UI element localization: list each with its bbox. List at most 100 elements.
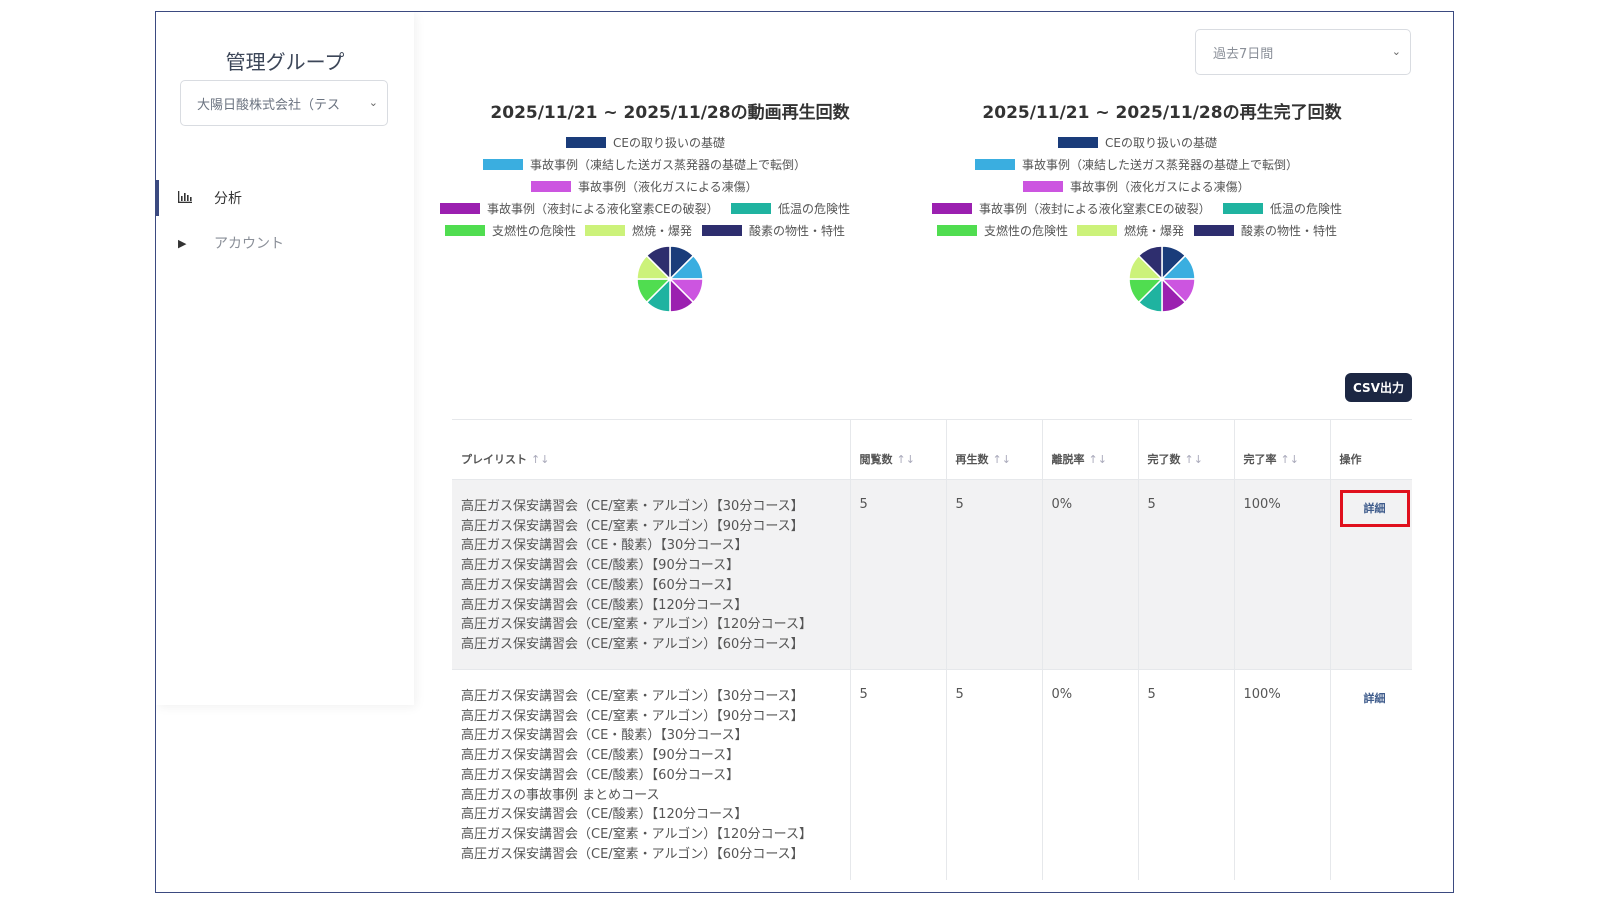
playlist-name: 高圧ガス保安講習会（CE/窒素・アルゴン）【120分コース】 [461, 826, 812, 842]
views-cell: 5 [850, 669, 947, 880]
playlist-name: 高圧ガス保安講習会（CE/酸素）【90分コース】 [461, 748, 740, 764]
completion-rate-cell: 100% [1234, 669, 1331, 880]
legend-label: 支燃性の危険性 [492, 224, 577, 238]
playlist-cell: 高圧ガス保安講習会（CE/窒素・アルゴン）【30分コース】 高圧ガス保安講習会（… [452, 479, 851, 670]
playlist-name: 高圧ガス保安講習会（CE/窒素・アルゴン）【30分コース】 [461, 689, 804, 704]
play-count-chart: 2025/11/21 ~ 2025/11/28の動画再生回数 CEの取り扱いの基… [430, 98, 910, 313]
sort-icon[interactable]: ↑↓ [897, 453, 915, 466]
legend-item[interactable]: 事故事例（液封による液化窒素CEの破裂） [440, 200, 719, 217]
legend-item[interactable]: 事故事例（液封による液化窒素CEの破裂） [932, 200, 1211, 217]
completion-count-chart: 2025/11/21 ~ 2025/11/28の再生完了回数 CEの取り扱いの基… [922, 98, 1402, 313]
period-select[interactable]: 過去7日間 ⌄ [1195, 29, 1411, 75]
legend-label: CEの取り扱いの基礎 [613, 136, 725, 150]
sidebar-item-label: アカウント [214, 236, 284, 252]
plays-cell: 5 [946, 479, 1043, 670]
sidebar: 管理グループ 大陽日酸株式会社（テス ⌄ 分析 ▶ アカウント [156, 12, 414, 705]
legend-swatch [585, 225, 625, 236]
column-header-plays[interactable]: 再生数 ↑↓ [946, 419, 1043, 480]
sort-icon[interactable]: ↑↓ [531, 453, 549, 466]
sort-icon[interactable]: ↑↓ [1281, 453, 1299, 466]
playlist-name: 高圧ガスの事故事例 まとめコース [461, 787, 660, 803]
bar-chart-icon [178, 190, 194, 206]
column-header-views[interactable]: 閲覧数 ↑↓ [850, 419, 947, 480]
chart-title: 2025/11/21 ~ 2025/11/28の再生完了回数 [982, 103, 1342, 123]
table-row: 高圧ガス保安講習会（CE/窒素・アルゴン）【30分コース】 高圧ガス保安講習会（… [452, 479, 1412, 670]
pie-chart [1128, 245, 1196, 313]
playlist-name: 高圧ガス保安講習会（CE/酸素）【60分コース】 [461, 577, 740, 593]
completions-cell: 5 [1138, 669, 1235, 880]
legend-label: 支燃性の危険性 [984, 224, 1069, 238]
playlist-name: 高圧ガス保安講習会（CE/酸素）【120分コース】 [461, 807, 748, 823]
chart-legend: CEの取り扱いの基礎事故事例（凍結した送ガス蒸発器の基礎上で転倒） 事故事例（液化… [430, 134, 910, 238]
legend-item[interactable]: 低温の危険性 [731, 200, 850, 217]
legend-item[interactable]: 事故事例（液化ガスによる凍傷） [531, 178, 758, 195]
drop-rate-cell: 0% [1042, 669, 1139, 880]
legend-item[interactable]: 支燃性の危険性 [937, 222, 1068, 239]
views-cell: 5 [850, 479, 947, 670]
legend-swatch [566, 137, 606, 148]
action-cell: 詳細 [1330, 479, 1412, 670]
sort-icon[interactable]: ↑↓ [993, 453, 1011, 466]
legend-item[interactable]: 酸素の物性・特性 [1194, 222, 1337, 239]
plays-cell: 5 [946, 669, 1043, 880]
legend-item[interactable]: 酸素の物性・特性 [702, 222, 845, 239]
completions-cell: 5 [1138, 479, 1235, 670]
legend-swatch [975, 159, 1015, 170]
legend-item[interactable]: 支燃性の危険性 [445, 222, 576, 239]
sort-icon[interactable]: ↑↓ [1185, 453, 1203, 466]
legend-item[interactable]: 事故事例（凍結した送ガス蒸発器の基礎上で転倒） [483, 156, 806, 173]
period-select-value: 過去7日間 [1213, 46, 1274, 62]
legend-swatch [1194, 225, 1234, 236]
sidebar-item-analysis[interactable]: 分析 [156, 180, 414, 216]
sort-icon[interactable]: ↑↓ [1089, 453, 1107, 466]
legend-label: 燃焼・爆発 [1124, 224, 1185, 238]
playlist-name: 高圧ガス保安講習会（CE/酸素）【60分コース】 [461, 767, 740, 783]
column-header-completion-rate[interactable]: 完了率 ↑↓ [1234, 419, 1331, 480]
legend-swatch [937, 225, 977, 236]
column-header-completions[interactable]: 完了数 ↑↓ [1138, 419, 1235, 480]
pie-chart [636, 245, 704, 313]
group-select-value: 大陽日酸株式会社（テス [197, 97, 341, 113]
legend-label: 事故事例（液封による液化窒素CEの破裂） [487, 202, 719, 216]
caret-right-icon: ▶ [178, 236, 187, 250]
chevron-down-icon: ⌄ [1391, 45, 1401, 58]
legend-label: 酸素の物性・特性 [1241, 224, 1338, 238]
detail-button[interactable]: 詳細 [1339, 490, 1410, 527]
column-header-drop-rate[interactable]: 離脱率 ↑↓ [1042, 419, 1139, 480]
detail-button[interactable]: 詳細 [1340, 680, 1410, 717]
legend-item[interactable]: CEの取り扱いの基礎 [1058, 134, 1217, 151]
legend-item[interactable]: 低温の危険性 [1223, 200, 1342, 217]
playlist-name: 高圧ガス保安講習会（CE/窒素・アルゴン）【60分コース】 [461, 636, 804, 652]
legend-item[interactable]: 燃焼・爆発 [1077, 222, 1184, 239]
chart-legend: CEの取り扱いの基礎事故事例（凍結した送ガス蒸発器の基礎上で転倒） 事故事例（液化… [922, 134, 1402, 238]
playlist-name: 高圧ガス保安講習会（CE・酸素）【30分コース】 [461, 728, 748, 744]
playlist-name: 高圧ガス保安講習会（CE/窒素・アルゴン）【30分コース】 [461, 499, 804, 514]
legend-swatch [1223, 203, 1263, 214]
legend-item[interactable]: 燃焼・爆発 [585, 222, 692, 239]
playlist-name: 高圧ガス保安講習会（CE/酸素）【90分コース】 [461, 558, 740, 574]
legend-swatch [731, 203, 771, 214]
legend-swatch [702, 225, 742, 236]
legend-label: 酸素の物性・特性 [749, 224, 846, 238]
column-header-playlist[interactable]: プレイリスト ↑↓ [452, 419, 851, 480]
sidebar-title: 管理グループ [225, 50, 345, 74]
playlist-name: 高圧ガス保安講習会（CE/酸素）【120分コース】 [461, 597, 748, 613]
legend-label: 事故事例（液化ガスによる凍傷） [1070, 180, 1250, 194]
legend-item[interactable]: CEの取り扱いの基礎 [566, 134, 725, 151]
drop-rate-cell: 0% [1042, 479, 1139, 670]
chart-title: 2025/11/21 ~ 2025/11/28の動画再生回数 [490, 103, 850, 123]
legend-item[interactable]: 事故事例（液化ガスによる凍傷） [1023, 178, 1250, 195]
legend-swatch [932, 203, 972, 214]
sidebar-item-account[interactable]: ▶ アカウント [156, 225, 414, 261]
legend-swatch [445, 225, 485, 236]
legend-swatch [531, 181, 571, 192]
legend-label: 低温の危険性 [778, 202, 851, 216]
playlist-name: 高圧ガス保安講習会（CE/窒素・アルゴン）【60分コース】 [461, 846, 804, 862]
group-select[interactable]: 大陽日酸株式会社（テス ⌄ [180, 80, 388, 126]
csv-export-button[interactable]: CSV出力 [1345, 373, 1412, 402]
legend-swatch [440, 203, 480, 214]
legend-item[interactable]: 事故事例（凍結した送ガス蒸発器の基礎上で転倒） [975, 156, 1298, 173]
app-frame: 管理グループ 大陽日酸株式会社（テス ⌄ 分析 ▶ アカウント 過去7日間 ⌄ … [155, 11, 1454, 893]
playlist-name: 高圧ガス保安講習会（CE・酸素）【30分コース】 [461, 538, 748, 554]
legend-swatch [1077, 225, 1117, 236]
